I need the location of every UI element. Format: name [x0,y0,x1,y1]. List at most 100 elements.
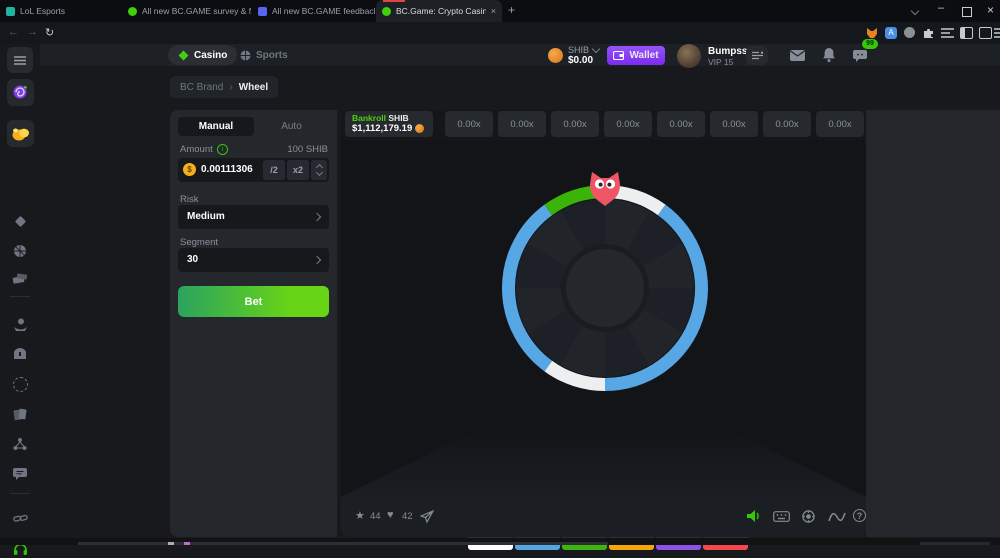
translate-extension-icon[interactable]: A [885,27,897,39]
amount-stepper[interactable] [311,160,327,180]
sidebar-item-vip-chest[interactable] [11,345,29,363]
close-tab-icon[interactable]: × [491,6,496,16]
wheel-ring [500,183,710,393]
nav-sports[interactable]: Sports [230,45,298,65]
game-footer: ★ 44 ♥ 42 ? [341,497,866,537]
sidebar-item-casino[interactable] [11,212,29,230]
browser-menu-icon[interactable] [994,28,1000,38]
page-background-strip [866,110,1000,537]
cards-icon [13,408,27,421]
sidebar-item-forum[interactable] [11,465,29,483]
sidebar-item-spin[interactable] [11,375,29,393]
legend-color-bar [515,545,560,550]
basketball-icon [13,244,27,258]
shib-coin-icon [415,124,424,133]
result-button[interactable]: 0.00x [604,111,652,137]
mail-icon[interactable] [790,50,805,61]
quests-button[interactable] [746,46,768,65]
browser-tab-feedback[interactable]: All new BC.GAME feedback [252,0,375,22]
breadcrumb-page: Wheel [239,82,268,93]
hamburger-menu-button[interactable] [7,47,33,73]
sidebar-item-sports[interactable] [11,242,29,260]
share-plane-icon[interactable] [420,510,434,523]
icon-sidebar [0,44,40,545]
link-icon [13,514,28,523]
reload-icon[interactable]: ↻ [45,26,54,39]
currency-selector[interactable]: SHIB $0.00 [548,45,599,65]
sidebar-item-lottery[interactable] [11,270,29,288]
breadcrumb: BC Brand › Wheel [170,76,278,98]
extension-icon[interactable] [904,27,915,38]
new-tab-button[interactable]: + [508,3,515,17]
back-icon[interactable]: ← [8,26,19,38]
wheel-game-canvas: Bankroll SHIB $1,112,179.19 0.00x 0.00x … [341,110,866,537]
sidebar-item-cards[interactable] [11,405,29,423]
taskbar-sliver [0,538,1000,545]
wheel-arc-blue-right [605,210,701,385]
sidebar-item-bonus[interactable] [7,79,34,106]
site-header: Casino Sports SHIB $0.00 Wallet Bumpss V… [40,44,1000,66]
nav-casino[interactable]: Casino [168,45,237,65]
help-icon[interactable]: ? [853,509,866,522]
like-count: 42 [402,511,413,522]
window-close-button[interactable]: × [987,3,994,17]
bet-button[interactable]: Bet [178,286,329,317]
side-panel-icon[interactable] [960,27,973,39]
wallet-button[interactable]: Wallet [607,46,665,65]
browser-tab-bcgame-active[interactable]: BC.Game: Crypto Casino Games & × [376,0,502,22]
star-icon[interactable]: ★ [355,509,365,522]
sidebar-item-link[interactable] [11,509,29,527]
casino-diamond-icon [178,50,189,61]
chevron-right-icon [313,213,321,221]
wheel-arc-white-bottom [548,366,605,384]
user-avatar[interactable] [677,44,701,68]
fox-extension-icon[interactable] [866,27,878,39]
username: Bumpss [708,46,747,57]
chat-bubble-icon [13,468,27,480]
sidebar-item-affiliate[interactable] [11,435,29,453]
window-minimize-button[interactable]: – [938,2,944,14]
browser-tab-lol-esports[interactable]: LoL Esports [0,0,121,22]
sidebar-item-coins[interactable] [7,120,34,147]
fairness-chip-icon[interactable] [802,510,815,523]
legend-color-bar [609,545,654,550]
forward-icon[interactable]: → [27,26,38,38]
live-stats-wave-icon[interactable] [828,512,846,522]
info-icon[interactable]: i [217,144,228,155]
sidebar-item-rewards[interactable] [11,315,29,333]
tab-title: BC.Game: Crypto Casino Games & [396,6,486,16]
result-button[interactable]: 0.00x [498,111,546,137]
bell-icon[interactable] [823,48,835,62]
currency-balance: $0.00 [568,55,599,66]
chevron-down-icon [315,169,322,176]
sound-icon[interactable] [746,509,761,523]
half-bet-button[interactable]: /2 [263,160,285,180]
window-restore-button[interactable] [962,7,972,17]
result-button[interactable]: 0.00x [816,111,864,137]
risk-select[interactable]: Medium [178,205,329,229]
sports-ball-icon [240,50,251,61]
tab-group-icon[interactable] [979,27,992,39]
tab-auto[interactable]: Auto [254,117,329,136]
breadcrumb-brand[interactable]: BC Brand [180,82,223,93]
amount-input[interactable]: $ 0.00111306 /2 x2 [178,158,329,182]
result-button[interactable]: 0.00x [710,111,758,137]
result-button[interactable]: 0.00x [445,111,493,137]
amount-value: 0.00111306 [201,164,253,175]
dice-diamond-icon [14,215,27,228]
chat-icon[interactable] [853,50,867,62]
puzzle-extensions-icon[interactable] [922,26,935,39]
window-chevron-icon[interactable] [911,7,919,15]
result-button[interactable]: 0.00x [657,111,705,137]
result-button[interactable]: 0.00x [763,111,811,137]
segment-select[interactable]: 30 [178,248,329,272]
hotkeys-icon[interactable] [773,511,790,522]
double-bet-button[interactable]: x2 [287,160,309,180]
segment-value: 30 [187,254,198,265]
reading-list-icon[interactable] [941,28,954,38]
heart-icon[interactable]: ♥ [387,509,394,521]
tab-manual[interactable]: Manual [178,117,254,136]
result-button[interactable]: 0.00x [551,111,599,137]
user-info[interactable]: Bumpss VIP 15 [708,46,747,67]
browser-tab-survey[interactable]: All new BC.GAME survey & feedback [122,0,251,22]
